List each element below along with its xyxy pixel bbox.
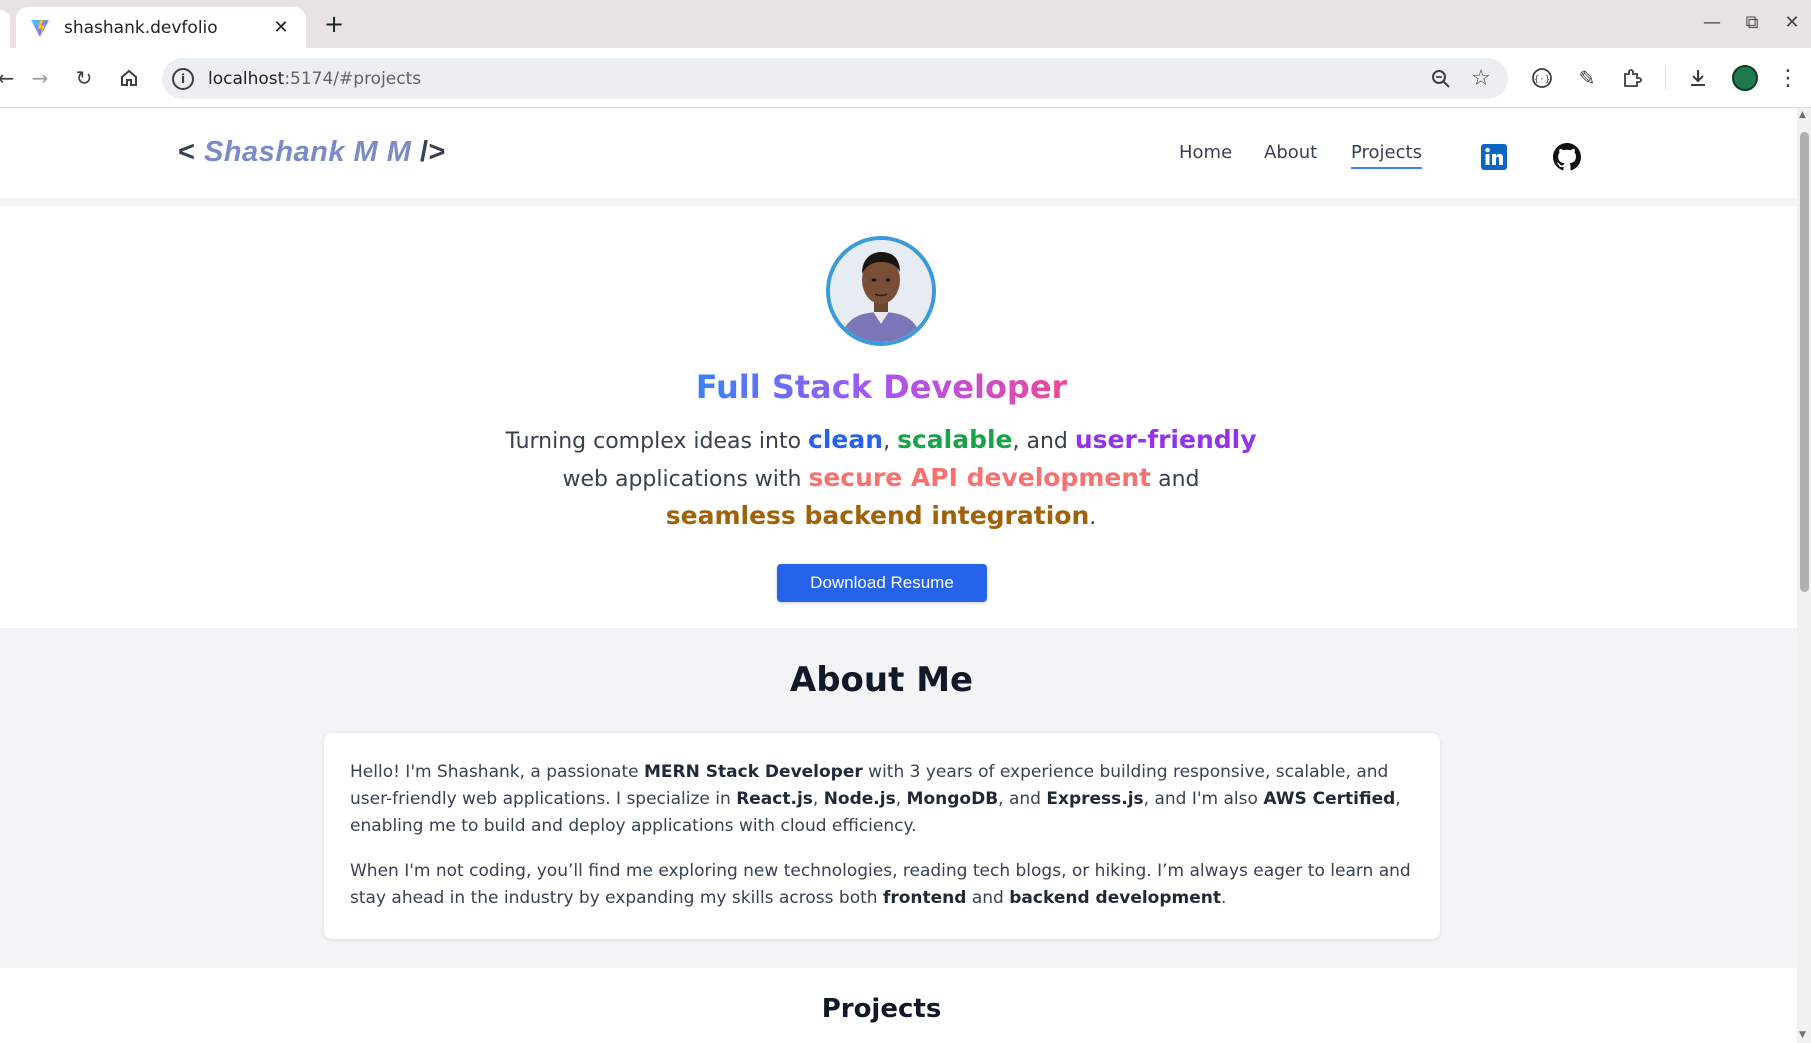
scrollbar-thumb[interactable] — [1800, 132, 1809, 592]
highlight-seamless-backend: seamless backend integration — [665, 501, 1090, 530]
scroll-down-icon[interactable]: ▼ — [1799, 1030, 1806, 1040]
browser-menu-icon[interactable]: ⋮ — [1774, 64, 1802, 92]
extensions-puzzle-icon[interactable] — [1618, 64, 1646, 92]
download-resume-button[interactable]: Download Resume — [777, 564, 987, 602]
profile-avatar[interactable] — [1732, 65, 1758, 91]
hero-section: Full Stack Developer Turning complex ide… — [0, 206, 1797, 628]
about-title: About Me — [789, 660, 974, 700]
site-navbar: < Shashank M M /> Home About Projects — [0, 108, 1797, 198]
highlight-user-friendly: user-friendly — [1074, 425, 1257, 454]
extension-code-icon[interactable]: {·} — [1528, 64, 1556, 92]
minimize-icon[interactable]: — — [1700, 12, 1724, 33]
nav-link-projects[interactable]: Projects — [1351, 142, 1422, 169]
restore-icon[interactable]: ⧉ — [1740, 12, 1764, 33]
new-tab-button[interactable]: + — [320, 10, 348, 38]
previous-tab-edge[interactable] — [0, 10, 10, 48]
zoom-icon[interactable] — [1428, 66, 1454, 92]
svg-text:{·}: {·} — [1534, 75, 1550, 85]
highlight-clean: clean — [808, 425, 884, 454]
page-viewport: < Shashank M M /> Home About Projects Fu… — [0, 108, 1797, 1043]
download-icon[interactable] — [1684, 64, 1712, 92]
highlight-scalable: scalable — [897, 425, 1013, 454]
close-window-icon[interactable]: ✕ — [1780, 12, 1804, 33]
person-portrait-icon — [830, 240, 932, 342]
about-paragraph-1: Hello! I'm Shashank, a passionate MERN S… — [350, 762, 1401, 836]
vite-favicon-icon — [31, 19, 49, 37]
address-bar[interactable]: i localhost:5174/#projects ☆ — [162, 58, 1508, 99]
browser-tab-bar: shashank.devfolio ✕ + — ⧉ ✕ — [0, 0, 1811, 48]
hero-title: Full Stack Developer — [695, 368, 1068, 406]
browser-tab[interactable]: shashank.devfolio ✕ — [16, 7, 306, 48]
close-tab-icon[interactable]: ✕ — [270, 17, 292, 38]
url-text[interactable]: localhost:5174/#projects — [208, 69, 1428, 89]
nav-link-home[interactable]: Home — [1179, 142, 1232, 163]
bookmark-star-icon[interactable]: ☆ — [1468, 66, 1494, 92]
highlight-secure-api: secure API development — [808, 463, 1152, 492]
tab-title: shashank.devfolio — [64, 17, 218, 38]
profile-photo — [826, 236, 936, 346]
page-scrollbar[interactable]: ▲ ▼ — [1797, 108, 1811, 1043]
projects-section: Projects — [0, 968, 1797, 1043]
about-section: About Me Hello! I'm Shashank, a passiona… — [0, 628, 1797, 968]
github-icon[interactable] — [1553, 143, 1581, 171]
hero-tagline: Turning complex ideas into clean, scalab… — [505, 425, 1257, 530]
back-icon[interactable]: ← — [0, 64, 20, 92]
site-info-icon[interactable]: i — [172, 67, 194, 90]
about-paragraph-2: When I'm not coding, you’ll find me expl… — [350, 861, 1411, 908]
edit-note-icon[interactable]: ✎ — [1573, 64, 1601, 92]
site-logo[interactable]: < Shashank M M /> — [178, 136, 446, 169]
forward-icon[interactable]: → — [26, 64, 54, 92]
scroll-up-icon[interactable]: ▲ — [1799, 110, 1806, 120]
toolbar-divider — [1665, 66, 1666, 90]
browser-toolbar: ← → ↻ i localhost:5174/#projects ☆ {·} ✎… — [0, 48, 1811, 108]
home-icon[interactable] — [115, 64, 143, 92]
linkedin-icon[interactable] — [1481, 144, 1507, 170]
projects-title: Projects — [821, 994, 942, 1024]
nav-link-about[interactable]: About — [1264, 142, 1317, 163]
reload-icon[interactable]: ↻ — [70, 64, 98, 92]
navbar-shadow-strip — [0, 198, 1797, 206]
about-card: Hello! I'm Shashank, a passionate MERN S… — [324, 733, 1440, 939]
